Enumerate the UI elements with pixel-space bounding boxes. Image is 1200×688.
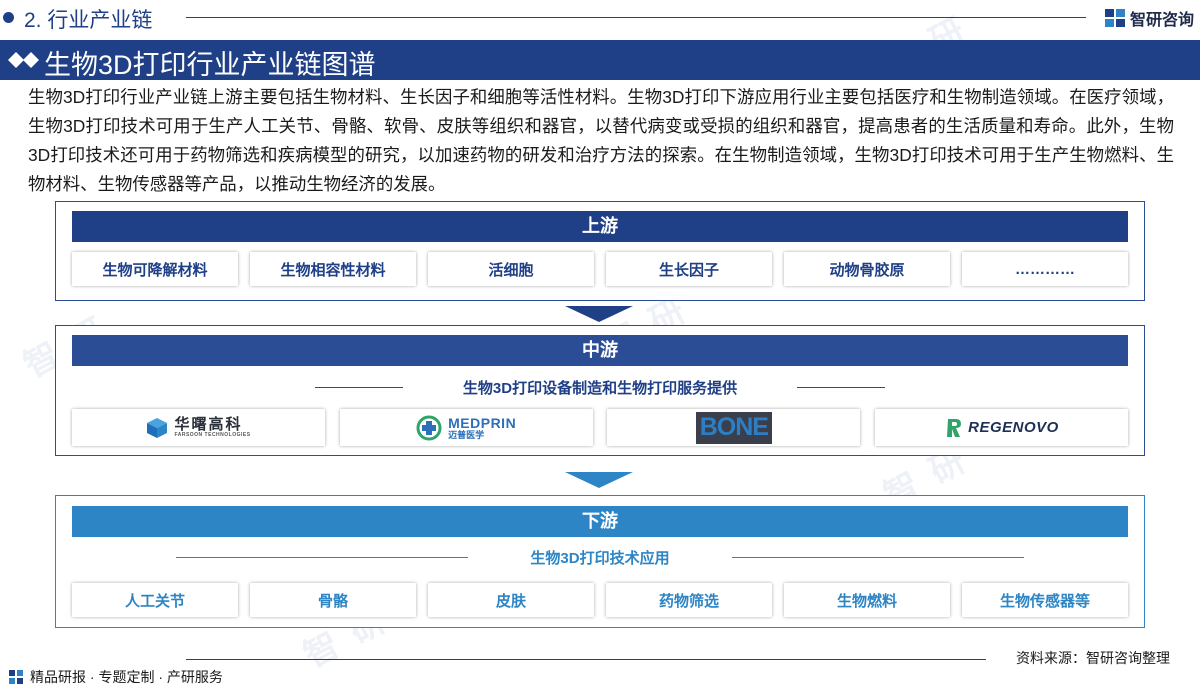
company-card-regenovo: REGENOVO — [874, 409, 1128, 446]
upstream-item: 生物可降解材料 — [72, 252, 238, 286]
title-banner: 生物3D打印行业产业链图谱 — [0, 40, 1200, 80]
regenovo-mark-icon — [947, 418, 962, 437]
divider — [176, 556, 469, 558]
upstream-panel: 上游 生物可降解材料 生物相容性材料 活细胞 生长因子 动物骨胶原 ………… — [55, 201, 1145, 301]
midstream-header: 中游 — [72, 335, 1128, 366]
downstream-subtitle-row: 生物3D打印技术应用 — [72, 546, 1128, 568]
midstream-subtitle: 生物3D打印设备制造和生物打印服务提供 — [462, 379, 738, 397]
brand-logo-icon — [1104, 9, 1125, 27]
section-dot-icon — [3, 12, 14, 23]
brand: 智研咨询 — [1104, 6, 1194, 30]
downstream-panel: 下游 生物3D打印技术应用 人工关节 骨骼 皮肤 药物筛选 生物燃料 生物传感器… — [55, 495, 1145, 628]
downstream-item: 药物筛选 — [606, 583, 772, 617]
source-rule — [186, 659, 986, 660]
upstream-items: 生物可降解材料 生物相容性材料 活细胞 生长因子 动物骨胶原 ………… — [72, 252, 1128, 286]
footer-logo-icon — [9, 670, 23, 684]
section-title: 2. 行业产业链 — [24, 9, 153, 32]
footer-text: 精品研报 · 专题定制 · 产研服务 — [30, 669, 223, 685]
upstream-item: 生长因子 — [606, 252, 772, 286]
downstream-item: 生物传感器等 — [962, 583, 1128, 617]
downstream-item: 骨骼 — [250, 583, 416, 617]
cube-icon — [147, 417, 168, 438]
down-arrow-icon — [565, 472, 633, 488]
company-subname: FARSOON TECHNOLOGIES — [174, 432, 251, 438]
medprin-logo: MEDPRIN 迈普医学 — [416, 415, 516, 441]
upstream-item: 活细胞 — [428, 252, 594, 286]
footer: 精品研报 · 专题定制 · 产研服务 — [8, 667, 223, 687]
midstream-panel: 中游 生物3D打印设备制造和生物打印服务提供 华曙高科 FARSOON TECH… — [55, 325, 1145, 456]
upstream-item: ………… — [962, 252, 1128, 286]
top-bar: 2. 行业产业链 智研咨询 — [0, 0, 1200, 36]
company-card-bone: BONE — [607, 409, 861, 446]
huashu-logo: 华曙高科 FARSOON TECHNOLOGIES — [146, 417, 250, 439]
upstream-item: 生物相容性材料 — [250, 252, 416, 286]
bone-logo: BONE — [695, 411, 772, 444]
downstream-item: 生物燃料 — [784, 583, 950, 617]
brand-name: 智研咨询 — [1129, 12, 1194, 29]
midstream-companies: 华曙高科 FARSOON TECHNOLOGIES MEDPRIN 迈普医学 B… — [72, 409, 1128, 446]
diamonds-icon — [8, 52, 39, 68]
upstream-header: 上游 — [72, 211, 1128, 242]
company-card-huashu: 华曙高科 FARSOON TECHNOLOGIES — [72, 409, 325, 446]
divider — [314, 386, 403, 388]
regenovo-logo: REGENOVO — [944, 417, 1059, 439]
downstream-header: 下游 — [72, 506, 1128, 537]
divider — [797, 386, 886, 388]
company-card-medprin: MEDPRIN 迈普医学 — [339, 409, 593, 446]
company-name: REGENOVO — [968, 419, 1059, 436]
downstream-items: 人工关节 骨骼 皮肤 药物筛选 生物燃料 生物传感器等 — [72, 583, 1128, 617]
intro-paragraph: 生物3D打印行业产业链上游主要包括生物材料、生长因子和细胞等活性材料。生物3D打… — [28, 87, 1174, 194]
upstream-item: 动物骨胶原 — [784, 252, 950, 286]
company-name: 华曙高科 — [174, 416, 243, 433]
header-rule — [186, 17, 1086, 18]
company-name: MEDPRIN — [448, 414, 517, 431]
downstream-item: 皮肤 — [428, 583, 594, 617]
company-name: BONE — [699, 413, 769, 441]
down-arrow-icon — [565, 306, 633, 322]
company-subname: 迈普医学 — [448, 429, 485, 440]
downstream-subtitle: 生物3D打印技术应用 — [530, 549, 670, 567]
medical-cross-icon — [416, 415, 442, 440]
divider — [731, 556, 1024, 558]
midstream-subtitle-row: 生物3D打印设备制造和生物打印服务提供 — [72, 376, 1128, 398]
source-note: 资料来源：智研咨询整理 — [1016, 650, 1170, 666]
downstream-item: 人工关节 — [72, 583, 238, 617]
page-title: 生物3D打印行业产业链图谱 — [44, 50, 376, 80]
